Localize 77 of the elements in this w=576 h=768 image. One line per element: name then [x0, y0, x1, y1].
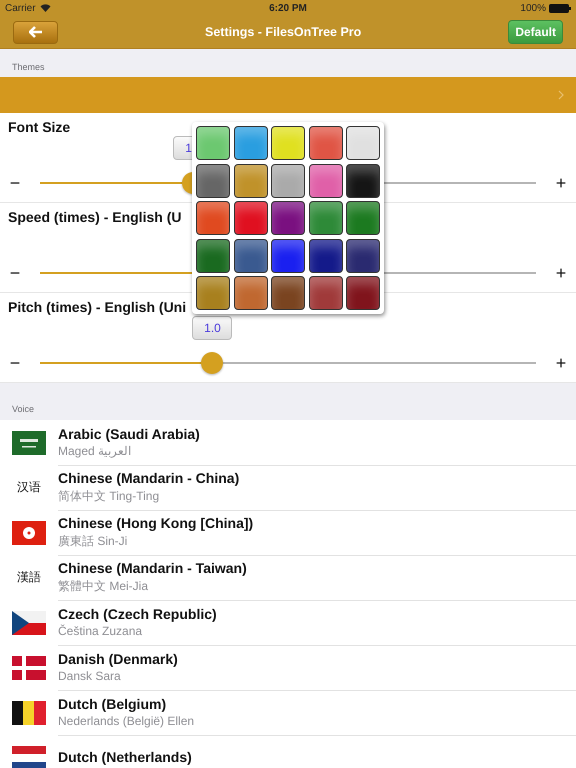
- color-swatch[interactable]: [196, 276, 230, 310]
- window-title: Settings - FilesOnTree Pro: [204, 25, 362, 39]
- voice-title: Arabic (Saudi Arabia): [58, 426, 201, 442]
- flag-icon: [12, 746, 46, 768]
- voice-title: Danish (Denmark): [58, 651, 179, 667]
- back-arrow-icon: [28, 26, 42, 38]
- status-time: 6:20 PM: [269, 2, 307, 14]
- section-header: Voice: [12, 404, 34, 414]
- voice-title: Dutch (Belgium): [58, 696, 168, 712]
- color-swatch[interactable]: [234, 238, 268, 272]
- color-swatch[interactable]: [271, 126, 305, 160]
- decrease-button[interactable]: −: [8, 264, 22, 282]
- voice-subtitle: Čeština Zuzana: [58, 624, 144, 638]
- voice-row[interactable]: Czech (Czech Republic) Čeština Zuzana: [0, 600, 576, 645]
- flag-icon: [12, 430, 46, 454]
- carrier-label: Carrier: [5, 2, 36, 14]
- voice-title: Czech (Czech Republic): [58, 606, 218, 622]
- color-swatch[interactable]: [346, 126, 380, 160]
- increase-button[interactable]: +: [554, 174, 568, 192]
- flag-icon: [12, 520, 46, 544]
- color-swatch[interactable]: [196, 126, 230, 160]
- section-header: Themes: [12, 62, 45, 72]
- voice-subtitle: 简体中文 Ting-Ting: [58, 488, 160, 504]
- language-icon: 汉语: [17, 479, 41, 496]
- color-swatch[interactable]: [346, 164, 380, 198]
- color-swatch[interactable]: [196, 238, 230, 272]
- voice-subtitle: Maged العربية: [58, 444, 132, 458]
- color-swatch[interactable]: [271, 164, 305, 198]
- battery-icon: [549, 4, 571, 12]
- color-swatch[interactable]: [234, 126, 268, 160]
- color-swatch[interactable]: [346, 238, 380, 272]
- color-swatch[interactable]: [234, 164, 268, 198]
- flag-icon: [12, 656, 46, 680]
- color-swatch[interactable]: [308, 201, 342, 235]
- increase-button[interactable]: +: [554, 264, 568, 282]
- voice-subtitle: Dansk Sara: [58, 669, 122, 683]
- color-swatch[interactable]: [271, 276, 305, 310]
- voice-row[interactable]: 漢語 Chinese (Mandarin - Taiwan) 繁體中文 Mei-Jia: [0, 555, 576, 600]
- color-swatch[interactable]: [308, 238, 342, 272]
- increase-button[interactable]: +: [554, 354, 568, 372]
- color-swatch[interactable]: [308, 276, 342, 310]
- color-swatch[interactable]: [271, 238, 305, 272]
- color-swatch[interactable]: [346, 276, 380, 310]
- voice-row[interactable]: Danish (Denmark) Dansk Sara: [0, 645, 576, 690]
- slider-label: Pitch (times) - English (Uni: [8, 299, 188, 315]
- voice-row[interactable]: Chinese (Hong Kong [China]) 廣東話 Sin-Ji: [0, 510, 576, 555]
- battery-percent: 100%: [520, 2, 546, 14]
- voice-row[interactable]: 汉语 Chinese (Mandarin - China) 简体中文 Ting-Ting: [0, 465, 576, 510]
- slider-thumb[interactable]: [201, 352, 224, 374]
- voice-title: Chinese (Hong Kong [China]): [58, 514, 254, 530]
- color-swatch[interactable]: [196, 201, 230, 235]
- voice-subtitle: Nederlands (België) Ellen: [58, 714, 196, 728]
- color-swatch[interactable]: [196, 164, 230, 198]
- back-button[interactable]: [13, 20, 58, 44]
- voice-row[interactable]: Dutch (Netherlands): [0, 735, 576, 768]
- voice-subtitle: 廣東話 Sin-Ji: [58, 532, 128, 550]
- voice-row[interactable]: Dutch (Belgium) Nederlands (België) Ellen: [0, 690, 576, 735]
- slider-label: Font Size: [8, 119, 72, 135]
- decrease-button[interactable]: −: [8, 354, 22, 372]
- flag-icon: [12, 700, 46, 724]
- voice-title: Chinese (Mandarin - China): [58, 470, 240, 486]
- voice-subtitle: 繁體中文 Mei-Jia: [58, 578, 150, 594]
- color-swatch[interactable]: [271, 201, 305, 235]
- color-swatch[interactable]: [234, 201, 268, 235]
- chevron-icon: [558, 90, 564, 100]
- color-swatch[interactable]: [308, 126, 342, 160]
- voice-title: Chinese (Mandarin - Taiwan): [58, 560, 248, 576]
- color-swatch[interactable]: [308, 164, 342, 198]
- color-swatch[interactable]: [346, 201, 380, 235]
- slider-label: Speed (times) - English (U: [8, 209, 182, 225]
- color-swatch[interactable]: [234, 276, 268, 310]
- flag-icon: [12, 610, 46, 634]
- language-icon: 漢語: [17, 569, 41, 586]
- voice-title: Dutch (Netherlands): [58, 749, 193, 765]
- wifi-icon: [40, 4, 51, 12]
- decrease-button[interactable]: −: [8, 174, 22, 192]
- value-bubble: 1.0: [192, 316, 232, 340]
